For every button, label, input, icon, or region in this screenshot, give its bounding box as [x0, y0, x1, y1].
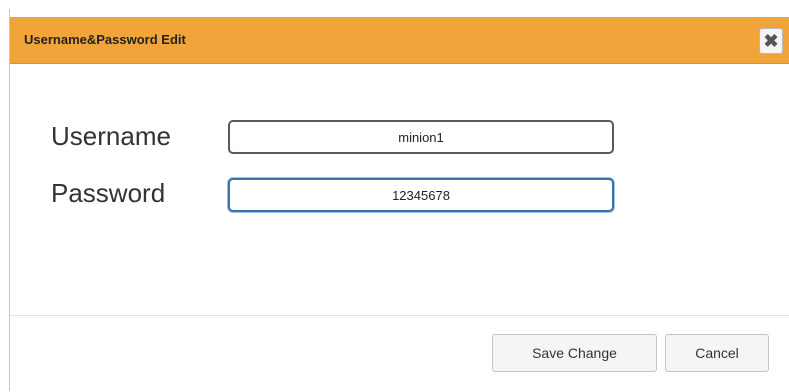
- dialog-title: Username&Password Edit: [24, 32, 186, 47]
- password-label: Password: [51, 178, 166, 208]
- cancel-button[interactable]: Cancel: [665, 334, 769, 372]
- username-input[interactable]: [228, 120, 614, 154]
- close-icon: ✖: [763, 31, 779, 51]
- username-label: Username: [51, 121, 171, 151]
- save-change-button[interactable]: Save Change: [492, 334, 657, 372]
- edit-dialog: Username&Password Edit ✖ Username Passwo…: [9, 9, 789, 391]
- footer-divider: [10, 315, 789, 316]
- password-input[interactable]: [228, 178, 614, 212]
- dialog-titlebar: Username&Password Edit ✖: [10, 17, 789, 64]
- close-button[interactable]: ✖: [759, 28, 783, 54]
